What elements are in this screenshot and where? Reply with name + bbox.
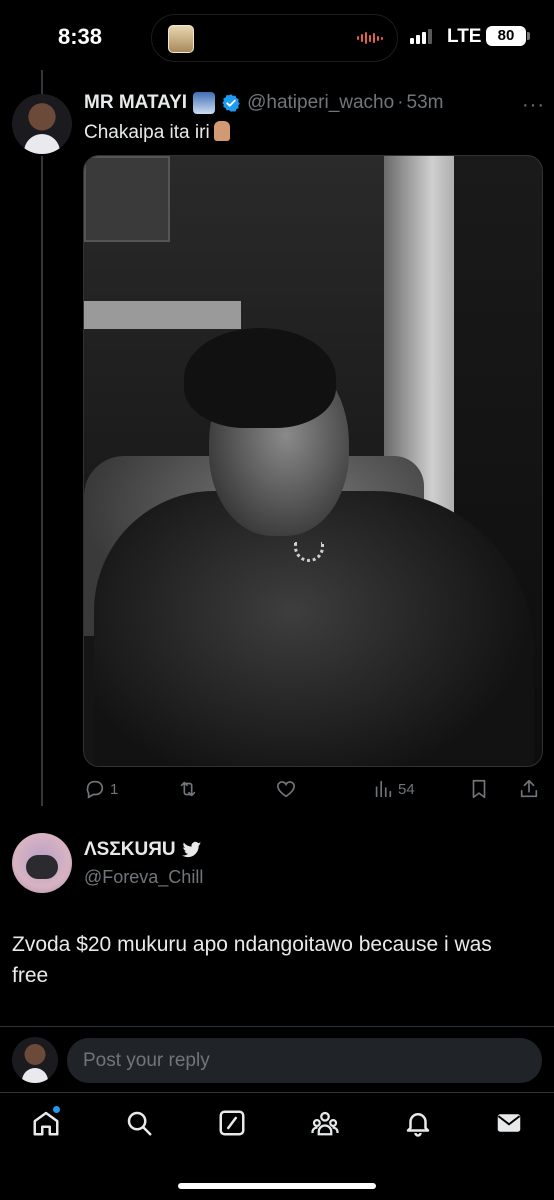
search-icon [127,1111,152,1136]
divider-nav [0,1092,554,1093]
nav-search[interactable] [124,1108,154,1143]
photo-ledge [84,301,241,329]
share-button[interactable] [518,778,540,800]
home-notification-dot [53,1106,60,1113]
home-indicator[interactable] [178,1183,376,1189]
bird-icon [181,841,201,858]
tweet-header: MR MATAYI @hatiperi_wacho · 53m [84,92,443,114]
retweet-button[interactable] [177,778,203,800]
nav-messages[interactable] [494,1108,524,1143]
share-icon [520,779,538,798]
verified-badge-icon [222,94,240,112]
nav-home[interactable] [31,1108,61,1143]
compose-avatar [12,1037,58,1083]
nav-grok[interactable] [217,1108,247,1143]
status-bar: 8:38 LTE 80 [0,0,554,70]
clock: 8:38 [58,24,103,49]
pointing-down-emoji-icon [213,121,230,141]
thread-connector-top [41,70,43,94]
like-button[interactable] [275,778,301,800]
reply-text: Zvoda $20 mukuru apo ndangoitawo because… [12,933,492,987]
photo-leather-jacket [94,491,534,766]
messages-icon [497,1114,521,1132]
network-type: LTE [447,26,482,47]
author-avatar[interactable] [12,94,72,154]
grok-icon [219,1110,245,1136]
man-in-suit-emoji-icon [193,92,216,114]
audio-waveform-icon [357,32,383,44]
dynamic-island[interactable] [151,14,398,62]
thread-connector [41,156,43,806]
heart-icon [276,781,296,798]
retweet-icon [180,781,196,797]
reply-button[interactable]: 1 [84,778,118,800]
separator: · [397,92,404,113]
bookmark-icon [472,779,486,799]
cellular-signal-icon [410,28,432,44]
more-options-icon[interactable]: ··· [522,94,545,117]
bookmark-button[interactable] [468,778,490,800]
battery-tip [527,32,530,40]
tweet-text-content: Chakaipa ita iri [84,122,210,143]
tweet-age[interactable]: 53m [407,92,444,114]
nav-notifications[interactable] [403,1108,433,1143]
reply-author-avatar[interactable] [12,833,72,893]
reply-count: 1 [110,780,119,798]
reply-icon [86,780,104,799]
tweet-text: Chakaipa ita iri [84,121,230,144]
nav-communities[interactable] [310,1108,340,1143]
view-count: 54 [398,780,415,798]
now-playing-thumbnail [168,25,194,53]
tweet-photo[interactable] [83,155,543,767]
photo-wall-frame [84,156,170,242]
reply-author-name[interactable]: ΛSΣKUЯU [84,839,176,861]
notifications-icon [406,1113,430,1137]
reply-author-handle[interactable]: @Foreva_Chill [84,867,203,888]
views-button[interactable]: 54 [372,778,415,800]
divider-compose [0,1026,554,1027]
communities-icon [311,1111,339,1136]
author-handle[interactable]: @hatiperi_wacho [247,92,394,114]
battery-icon: 80 [486,26,526,46]
reply-author-name-row: ΛSΣKUЯU [84,839,202,861]
analytics-icon [375,780,392,798]
reply-input[interactable] [67,1038,542,1083]
photo-beret [184,328,336,428]
author-name[interactable]: MR MATAYI [84,92,187,114]
